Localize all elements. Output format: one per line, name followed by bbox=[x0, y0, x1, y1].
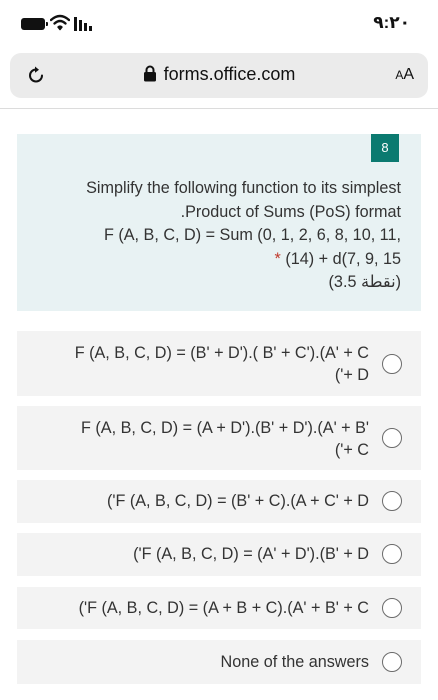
question-card: 8 Simplify the following function to its… bbox=[17, 134, 421, 311]
required-asterisk: * bbox=[274, 249, 281, 268]
battery-icon bbox=[21, 18, 48, 30]
question-line-with-required: * (14) + d(7, 9, 15 bbox=[31, 248, 401, 272]
answer-option-text: F (A, B, C, D) = (A + D').(B' + D').(A' … bbox=[81, 419, 369, 459]
signal-icon bbox=[74, 17, 92, 31]
answer-option-4[interactable]: ('F (A, B, C, D) = (A' + D').(B' + D bbox=[17, 533, 421, 576]
answer-option-6[interactable]: None of the answers bbox=[17, 640, 421, 684]
answer-option-text: None of the answers bbox=[220, 653, 369, 671]
answer-option-text: ('F (A, B, C, D) = (A + B + C).(A' + B' … bbox=[78, 599, 369, 617]
radio-button[interactable] bbox=[382, 544, 402, 564]
radio-button[interactable] bbox=[382, 598, 402, 618]
radio-button[interactable] bbox=[382, 428, 402, 448]
question-number-badge: 8 bbox=[371, 134, 399, 162]
browser-divider bbox=[0, 108, 438, 109]
text-size-button[interactable]: AA bbox=[395, 66, 414, 84]
question-line: (14) + d(7, 9, 15 bbox=[285, 249, 401, 268]
status-time: ٩:٢٠ bbox=[373, 13, 410, 32]
radio-button[interactable] bbox=[382, 491, 402, 511]
answer-option-text: F (A, B, C, D) = (B' + D').( B' + C').(A… bbox=[74, 344, 369, 384]
answer-option-2[interactable]: F (A, B, C, D) = (A + D').(B' + D').(A' … bbox=[17, 406, 421, 470]
radio-button[interactable] bbox=[382, 354, 402, 374]
address-bar[interactable]: forms.office.com AA bbox=[10, 53, 428, 98]
url-text: forms.office.com bbox=[163, 64, 296, 84]
answer-option-5[interactable]: ('F (A, B, C, D) = (A + B + C).(A' + B' … bbox=[17, 587, 421, 629]
status-bar: ٩:٢٠ bbox=[0, 0, 438, 48]
answer-option-3[interactable]: ('F (A, B, C, D) = (B' + C).(A + C' + D bbox=[17, 480, 421, 523]
question-text: Simplify the following function to its s… bbox=[31, 177, 401, 295]
question-line: F (A, B, C, D) = Sum (0, 1, 2, 6, 8, 10,… bbox=[103, 226, 401, 244]
wifi-icon bbox=[50, 14, 70, 31]
answer-option-text: ('F (A, B, C, D) = (B' + C).(A + C' + D bbox=[106, 492, 369, 510]
url-display[interactable]: forms.office.com bbox=[10, 64, 428, 85]
question-points: (3.5 نقطة) bbox=[328, 273, 401, 291]
answer-option-text: ('F (A, B, C, D) = (A' + D').(B' + D bbox=[133, 545, 369, 563]
radio-button[interactable] bbox=[382, 652, 402, 672]
lock-icon bbox=[143, 65, 156, 82]
question-line: Simplify the following function to its s… bbox=[86, 179, 401, 197]
answer-option-1[interactable]: F (A, B, C, D) = (B' + D').( B' + C').(A… bbox=[17, 331, 421, 396]
question-line: .Product of Sums (PoS) format bbox=[180, 202, 401, 221]
